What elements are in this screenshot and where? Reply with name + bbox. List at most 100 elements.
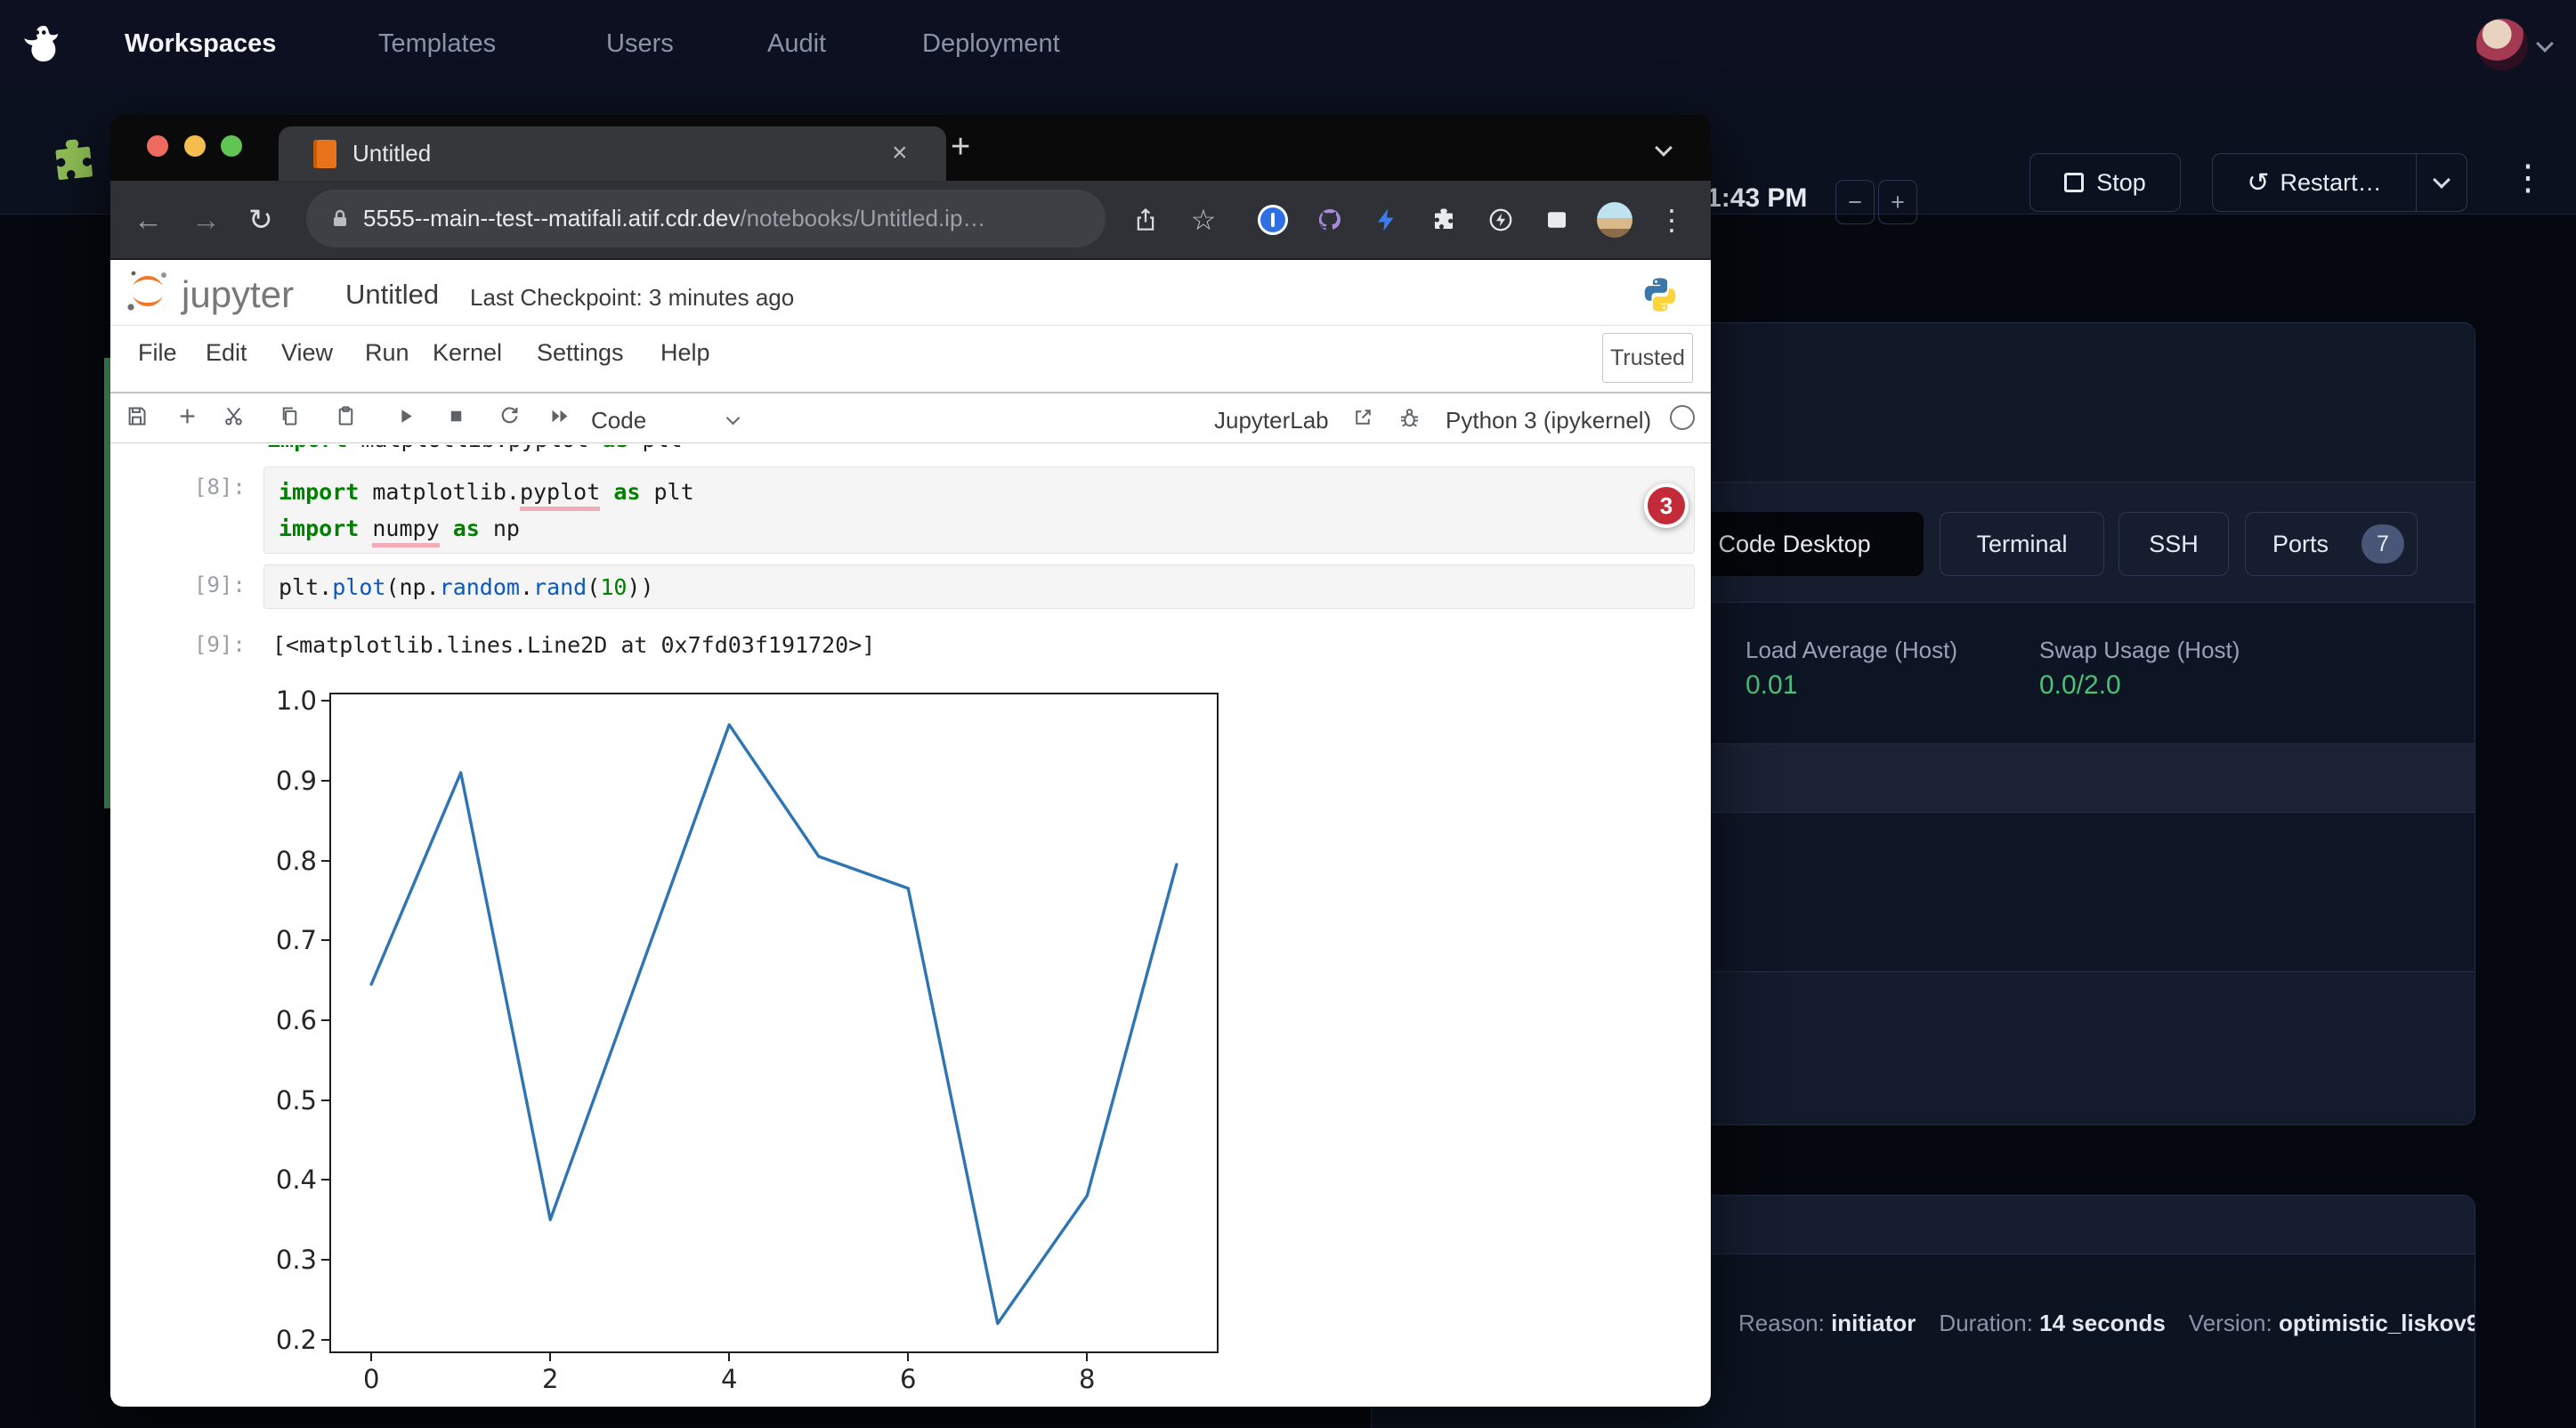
debugger-icon[interactable] [1396, 404, 1422, 429]
cut-icon[interactable] [220, 403, 247, 428]
window-close-button[interactable] [147, 135, 168, 157]
python-logo-icon [1640, 272, 1681, 317]
jupyterlab-link[interactable]: JupyterLab [1214, 407, 1329, 434]
nav-item-templates[interactable]: Templates [378, 29, 496, 59]
output-prompt: [9]: [194, 632, 246, 657]
menu-kernel[interactable]: Kernel [433, 339, 502, 367]
swap-usage-value: 0.0/2.0 [2039, 670, 2121, 701]
external-link-icon[interactable] [1349, 404, 1376, 429]
browser-tab[interactable]: Untitled × [279, 126, 946, 181]
cell-prompt: [9]: [194, 572, 246, 597]
browser-menu-icon[interactable]: ⋮ [1652, 181, 1691, 258]
menu-view[interactable]: View [281, 339, 333, 367]
onepassword-extension-icon[interactable] [1253, 181, 1292, 258]
chart-line-plot [331, 694, 1217, 1351]
code-cell[interactable]: plt.plot(np.random.rand(10)) [263, 564, 1695, 609]
share-icon[interactable] [1126, 181, 1165, 258]
stop-icon[interactable] [442, 403, 469, 428]
load-average-value: 0.01 [1746, 670, 1797, 701]
github-extension-icon[interactable] [1310, 181, 1349, 258]
divider [110, 442, 1711, 443]
screen: Workspaces Templates Users Audit Deploym… [0, 0, 2576, 1428]
tab-close-icon[interactable]: × [892, 126, 908, 179]
restart-split-button: ↺ Restart… [2212, 153, 2467, 212]
user-avatar[interactable] [2476, 19, 2528, 70]
run-icon[interactable] [392, 403, 418, 428]
browser-window: Untitled × + ← → ↻ 5555--main--test--mat… [110, 115, 1711, 1407]
menu-settings[interactable]: Settings [537, 339, 624, 367]
copy-icon[interactable] [276, 403, 303, 428]
add-cell-icon[interactable] [174, 403, 200, 428]
address-bar[interactable]: 5555--main--test--matifali.atif.cdr.dev/… [306, 190, 1106, 247]
menu-run[interactable]: Run [365, 339, 409, 367]
kernel-name[interactable]: Python 3 (ipykernel) [1446, 407, 1651, 434]
paste-icon[interactable] [332, 403, 359, 428]
checkpoint-status: Last Checkpoint: 3 minutes ago [470, 284, 794, 312]
url-text: 5555--main--test--matifali.atif.cdr.dev/… [363, 190, 985, 247]
menu-edit[interactable]: Edit [206, 339, 247, 367]
stop-workspace-button[interactable]: Stop [2029, 153, 2181, 212]
ports-count-badge: 7 [2361, 524, 2404, 564]
forward-button[interactable]: → [191, 181, 221, 258]
tab-search-chevron-icon[interactable] [1657, 142, 1670, 158]
jupyter-logo-icon [124, 267, 172, 315]
tab-title: Untitled [352, 126, 431, 181]
notification-badge: 3 [1644, 483, 1689, 528]
active-indicator-bar [104, 358, 110, 808]
window-minimize-button[interactable] [184, 135, 206, 157]
font-size-increase-button[interactable]: + [1878, 180, 1917, 224]
matplotlib-chart: 0.20.30.40.50.60.70.80.91.002468 [329, 693, 1219, 1353]
side-panel-icon[interactable] [1537, 181, 1576, 258]
nav-item-workspaces[interactable]: Workspaces [125, 29, 276, 59]
jupyter-page: jupyter Untitled Last Checkpoint: 3 minu… [110, 260, 1711, 1407]
browser-tab-strip: Untitled × + [110, 115, 1711, 181]
swap-usage-label: Swap Usage (Host) [2039, 637, 2240, 664]
puzzle-extension-icon[interactable] [1424, 181, 1463, 258]
menu-file[interactable]: File [138, 339, 177, 367]
window-zoom-button[interactable] [221, 135, 242, 157]
run-all-icon[interactable] [547, 403, 573, 428]
nav-item-audit[interactable]: Audit [767, 29, 826, 59]
kernel-status-icon [1670, 405, 1695, 430]
browser-profile-avatar[interactable] [1595, 181, 1634, 258]
back-button[interactable]: ← [134, 181, 163, 258]
divider [110, 325, 1711, 326]
restart-workspace-button[interactable]: ↺ Restart… [2213, 154, 2416, 211]
ssh-button[interactable]: SSH [2118, 512, 2229, 576]
ports-button[interactable]: Ports 7 [2245, 512, 2418, 576]
cell-type-dropdown[interactable]: Code [591, 407, 646, 434]
build-info-row[interactable]: Reason: initiatorDuration: 14 secondsVer… [1738, 1310, 2475, 1337]
lightning-extension-icon[interactable] [1367, 181, 1406, 258]
code-cell[interactable]: import matplotlib.pyplot as plt import n… [263, 467, 1695, 554]
menu-help[interactable]: Help [660, 339, 710, 367]
workspace-template-puzzle-icon [44, 133, 104, 190]
lock-icon [329, 207, 351, 231]
terminal-button[interactable]: Terminal [1940, 512, 2104, 576]
jupyter-wordmark: jupyter [182, 273, 294, 316]
energy-extension-icon[interactable] [1481, 181, 1520, 258]
load-average-label: Load Average (Host) [1746, 637, 1957, 664]
output-text: [<matplotlib.lines.Line2D at 0x7fd03f191… [272, 632, 875, 658]
notebook-title[interactable]: Untitled [345, 279, 439, 311]
save-icon[interactable] [123, 403, 150, 428]
divider [110, 392, 1711, 394]
app-nav-bar: Workspaces Templates Users Audit Deploym… [0, 0, 2576, 89]
cell-type-chevron-icon[interactable] [728, 411, 738, 427]
workspace-kebab-menu[interactable]: ⋮ [2510, 150, 2546, 207]
clipped-code-line: import matplotlib.pyplot as plt [267, 445, 819, 458]
user-menu-chevron-icon[interactable] [2539, 37, 2551, 54]
new-tab-button[interactable]: + [951, 115, 970, 179]
nav-item-deployment[interactable]: Deployment [922, 29, 1060, 59]
cell-prompt: [8]: [194, 475, 246, 499]
restart-kernel-icon[interactable] [496, 403, 522, 428]
notebook-favicon-icon [313, 140, 336, 168]
trusted-button[interactable]: Trusted [1602, 333, 1693, 383]
nav-item-users[interactable]: Users [606, 29, 674, 59]
reload-button[interactable]: ↻ [248, 181, 273, 258]
restart-options-chevron[interactable] [2417, 154, 2467, 211]
bookmark-star-icon[interactable]: ☆ [1184, 181, 1223, 258]
restart-icon: ↺ [2247, 167, 2269, 199]
browser-toolbar: ← → ↻ 5555--main--test--matifali.atif.cd… [110, 181, 1711, 258]
font-size-decrease-button[interactable]: − [1835, 180, 1875, 224]
coder-logo-icon[interactable] [16, 20, 66, 69]
